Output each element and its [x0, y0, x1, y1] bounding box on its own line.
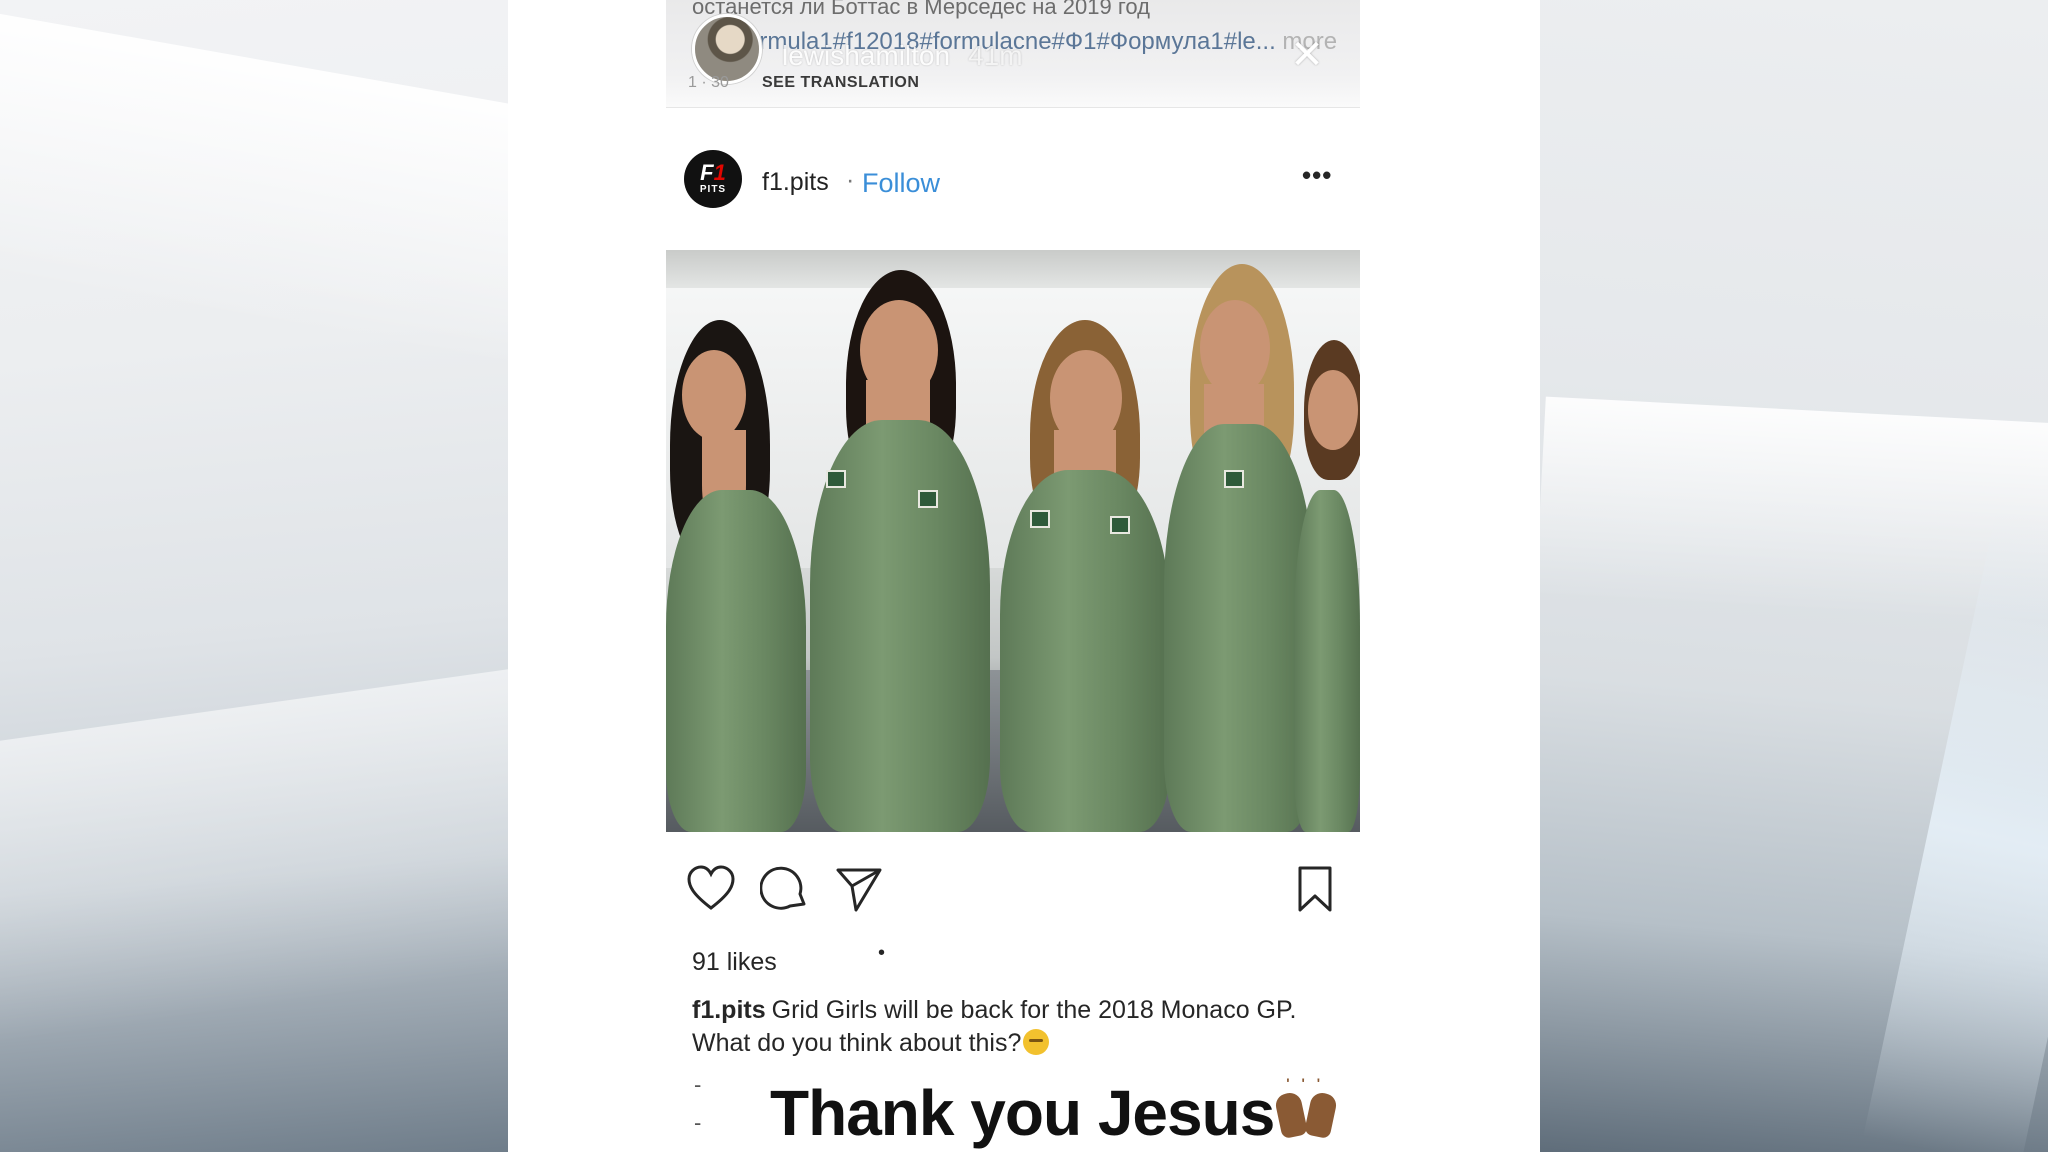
story-timestamp: 41m [968, 40, 1023, 71]
comment-icon[interactable] [759, 864, 810, 914]
thinking-face-icon [1023, 1029, 1050, 1055]
photo-figure [790, 270, 990, 832]
avatar-logo-f1: F1 [700, 160, 726, 185]
bookmark-icon[interactable] [1290, 864, 1340, 914]
heart-icon[interactable] [686, 864, 736, 914]
caption-username[interactable]: f1.pits [692, 996, 766, 1024]
story-meta-dash: 1 · 30 [688, 74, 729, 91]
caption-text: Grid Girls will be back for the 2018 Mon… [692, 996, 1297, 1057]
post-header: F1 PITS f1.pits · Follow ••• [666, 138, 1360, 236]
overlay-text-label: Thank you Jesus [770, 1077, 1275, 1149]
background-light-sweep [0, 0, 508, 397]
see-translation-link[interactable]: SEE TRANSLATION [762, 74, 919, 92]
background-light-sweep [1540, 396, 2048, 644]
follow-button[interactable]: Follow [862, 168, 940, 199]
story-username: lewishamilton [782, 40, 951, 71]
likes-count[interactable]: 91 likes [692, 948, 777, 977]
photo-figure [1294, 340, 1360, 832]
separator-dot: · [846, 166, 855, 194]
instagram-story-screenshot: останется ли Боттас в Мерседес на 2019 г… [666, 0, 1360, 1152]
background-right-panel [1540, 0, 2048, 1152]
more-options-icon[interactable]: ••• [1302, 160, 1332, 191]
post-action-bar [666, 858, 1360, 928]
photo-figure [990, 320, 1170, 832]
story-header: останется ли Боттас в Мерседес на 2019 г… [666, 0, 1360, 108]
story-caption-text: останется ли Боттас в Мерседес на 2019 г… [692, 0, 1150, 19]
photo-figure [1164, 264, 1314, 832]
avatar-logo-pits: PITS [699, 184, 727, 195]
post-username[interactable]: f1.pits [762, 168, 829, 197]
praise-hands-icon: ' ' ' [1273, 1075, 1339, 1140]
carousel-dot: • [878, 942, 886, 964]
comment-dashes: -- [694, 1072, 702, 1135]
post-avatar[interactable]: F1 PITS [684, 150, 742, 208]
story-user-info[interactable]: lewishamilton 41m [782, 40, 1023, 72]
overlay-text: Thank you Jesus ' ' ' [770, 1075, 1339, 1150]
photo-figure [666, 310, 806, 832]
post-caption: f1.pits Grid Girls will be back for the 2… [692, 994, 1332, 1060]
screenshot-card: останется ли Боттас в Мерседес на 2019 г… [508, 0, 1540, 1152]
background-light-sweep [0, 645, 508, 1055]
post-photo[interactable] [666, 250, 1360, 832]
background-left-panel [0, 0, 508, 1152]
share-icon[interactable] [834, 864, 884, 914]
close-icon[interactable]: ✕ [1290, 35, 1324, 75]
